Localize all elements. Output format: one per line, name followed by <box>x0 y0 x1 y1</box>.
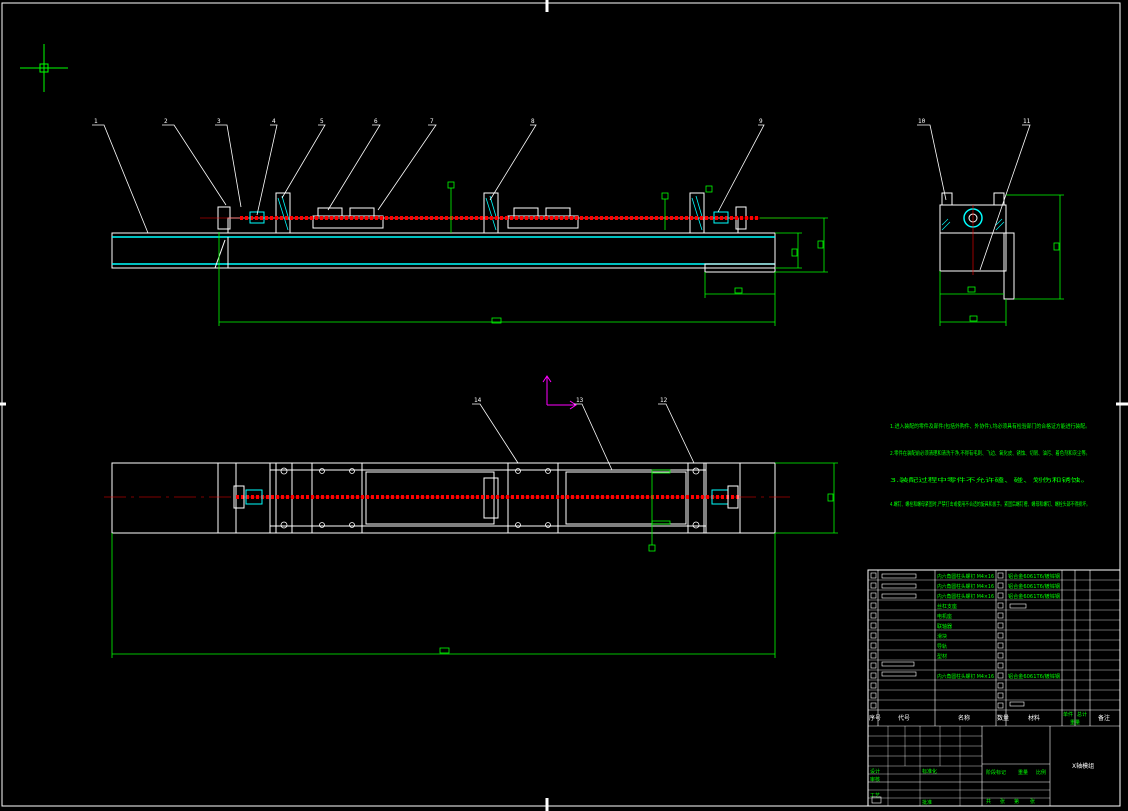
callout-10: 10 <box>918 118 926 125</box>
technical-notes: 1.进入装配的零件及部件(包括外购件、外协件),均必须具有检验部门的合格证方能进… <box>890 422 1090 508</box>
callout-leaders-top <box>472 403 695 471</box>
sign-standard: 标准化 <box>922 768 937 775</box>
callout-6: 6 <box>374 118 378 125</box>
sign-process: 工艺 <box>870 793 880 799</box>
scale-label: 比例 <box>1036 769 1046 776</box>
callout-5: 5 <box>320 118 324 125</box>
bom-row-spec-4: 内六角圆柱头螺钉 M4×16 <box>937 673 994 680</box>
sign-review: 审核 <box>870 776 880 783</box>
callout-1: 1 <box>94 118 98 125</box>
bom-rows: 内六角圆柱头螺钉 M4×16 内六角圆柱头螺钉 M4×16 内六角圆柱头螺钉 M… <box>937 573 1060 680</box>
header-name: 名称 <box>958 714 970 722</box>
callout-2: 2 <box>164 118 168 125</box>
bom-row-name-1: 丝杠支座 <box>937 603 957 610</box>
callout-8: 8 <box>531 118 535 125</box>
bom-row-spec-1: 内六角圆柱头螺钉 M4×16 <box>937 573 994 580</box>
callout-11: 11 <box>1023 118 1031 125</box>
sheet-current: 第 <box>1014 798 1019 805</box>
callout-12: 12 <box>660 397 668 404</box>
side-view-dimensions <box>939 194 1064 326</box>
bom-row-material-2: 铝合金6061T6/镀锌钢 <box>1008 583 1060 590</box>
callout-14: 14 <box>474 397 482 404</box>
bom-row-material-3: 铝合金6061T6/镀锌钢 <box>1008 593 1060 600</box>
header-qty: 数量 <box>997 714 1009 722</box>
callout-labels-top: 14 13 12 <box>474 397 668 404</box>
sheet-total: 共 <box>986 798 991 805</box>
header-weight-total: 总计 <box>1077 711 1087 718</box>
stage-label: 阶段标记 <box>986 769 1006 776</box>
top-view-dimensions <box>111 462 838 658</box>
bom-row-material-1: 铝合金6061T6/镀锌钢 <box>1008 573 1060 580</box>
note-line-4: 4.螺钉、螺栓和螺母紧固时,严禁打击或使用不合适的旋具和扳手。紧固后螺钉槽、螺母… <box>890 500 1090 508</box>
sign-rows: 设计 审核 工艺 标准化 批准 阶段标记 重量 比例 共 张 第 张 <box>870 768 1046 806</box>
note-line-2: 2.零件在装配前必须清理和清洗干净,不得有毛刺、飞边、氧化皮、锈蚀、切屑、油污、… <box>890 449 1090 457</box>
sign-approve: 批准 <box>922 799 932 806</box>
axis-marker-icon <box>542 375 577 410</box>
bom-row-name-4: 滑块 <box>937 633 947 640</box>
callout-13: 13 <box>576 397 584 404</box>
bom-row-material-4: 铝合金6061T6/镀锌钢 <box>1008 673 1060 680</box>
callout-7: 7 <box>430 118 434 125</box>
ucs-crosshair-icon <box>20 44 68 92</box>
sign-design: 设计 <box>870 768 880 775</box>
bom-header: 序号 代号 名称 数量 材料 单件 总计 重量 备注 <box>869 711 1110 726</box>
side-view <box>939 192 1015 300</box>
bom-row-name-6: 型材 <box>937 653 947 660</box>
header-material: 材料 <box>1028 714 1040 722</box>
bom-row-name-5: 导轨 <box>937 643 947 650</box>
title-block: 内六角圆柱头螺钉 M4×16 内六角圆柱头螺钉 M4×16 内六角圆柱头螺钉 M… <box>867 569 1121 807</box>
callout-leaders-front <box>92 124 1031 271</box>
note-line-3: 3.装配过程中零件不允许磕、碰、划伤和锈蚀。 <box>890 476 1090 484</box>
bom-row-spec-3: 内六角圆柱头螺钉 M4×16 <box>937 593 994 600</box>
sheet-current-unit: 张 <box>1030 798 1035 805</box>
callout-4: 4 <box>272 118 276 125</box>
top-view <box>104 462 790 552</box>
sheet-total-unit: 张 <box>1000 798 1005 805</box>
bom-row-name-3: 联轴器 <box>937 623 952 630</box>
drawing-title: X轴模组 <box>1072 762 1094 770</box>
header-weight-single: 单件 <box>1063 711 1073 718</box>
bom-row-spec-2: 内六角圆柱头螺钉 M4×16 <box>937 583 994 590</box>
bom-row-name-2: 电机座 <box>937 613 952 620</box>
header-weight: 重量 <box>1070 719 1080 726</box>
header-seq: 序号 <box>869 714 881 722</box>
header-remark: 备注 <box>1098 714 1110 722</box>
note-line-1: 1.进入装配的零件及部件(包括外购件、外协件),均必须具有检验部门的合格证方能进… <box>890 422 1090 430</box>
weight-label: 重量 <box>1018 769 1028 776</box>
header-code: 代号 <box>898 714 910 722</box>
callout-9: 9 <box>759 118 763 125</box>
callout-3: 3 <box>217 118 221 125</box>
cad-drawing: 1 2 3 4 5 6 7 8 9 10 11 14 13 12 1.进入装配的… <box>0 0 1128 811</box>
front-view <box>111 181 790 273</box>
callout-labels-front: 1 2 3 4 5 6 7 8 9 10 11 <box>94 118 1031 125</box>
